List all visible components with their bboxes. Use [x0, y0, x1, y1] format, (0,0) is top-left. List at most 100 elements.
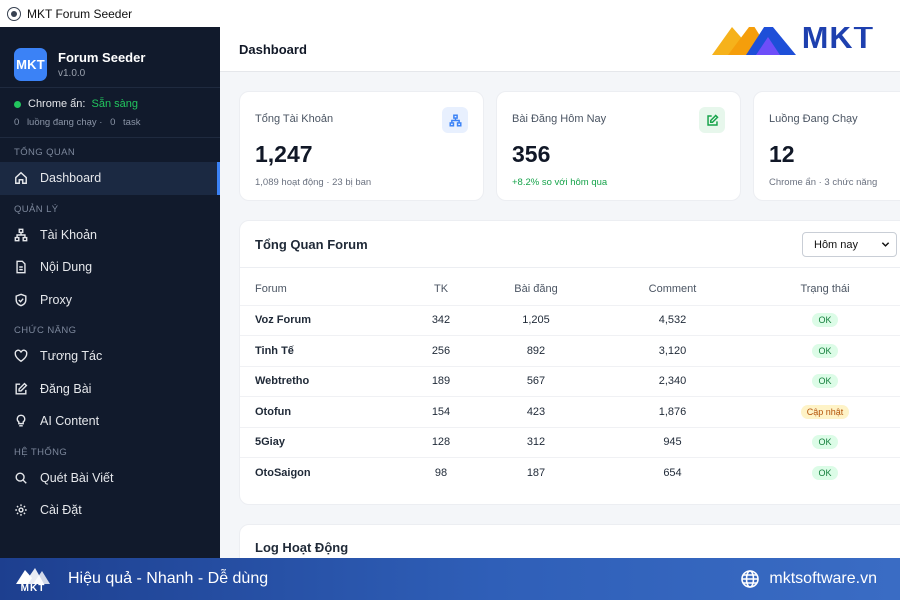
column-header: TK: [433, 283, 449, 295]
status-cell: OK: [750, 304, 900, 336]
sidebar-item-scan[interactable]: Quét Bài Viết: [0, 462, 220, 495]
sidebar-item-dashboard[interactable]: Dashboard: [0, 162, 220, 195]
page-header: Dashboard MKT: [220, 27, 900, 72]
sidebar-item-post[interactable]: Đăng Bài: [0, 373, 220, 406]
gear-icon: [15, 504, 27, 516]
window-title: MKT Forum Seeder: [27, 6, 133, 21]
stat-cards: Tổng Tài Khoản 1,247 1,089 hoạt động · 2…: [239, 91, 900, 201]
card-sub: Chrome ẩn · 3 chức năng: [769, 177, 878, 188]
edit-icon: [699, 107, 725, 133]
panel-title: Log Hoạt Động: [255, 540, 349, 555]
status-cell: OK: [750, 365, 900, 397]
column-header: Trạng thái: [800, 283, 850, 295]
accounts-cell: 98: [405, 457, 477, 488]
brand: MKT Forum Seeder v1.0.0: [0, 27, 220, 87]
status-cell: OK: [750, 335, 900, 366]
sidebar-item-label: Quét Bài Viết: [40, 470, 114, 485]
sidebar-item-label: Nội Dung: [40, 260, 93, 275]
card-label: Tổng Tài Khoản: [255, 113, 334, 125]
promo-banner: MKT Hiệu quả - Nhanh - Dễ dùng mktsoftwa…: [0, 558, 900, 600]
banner-slogan: Hiệu quả - Nhanh - Dễ dùng: [68, 570, 269, 587]
stat-card-accounts: Tổng Tài Khoản 1,247 1,089 hoạt động · 2…: [239, 91, 484, 201]
card-label: Bài Đăng Hôm Nay: [512, 113, 607, 125]
panel-title: Tổng Quan Forum: [255, 236, 368, 252]
card-sub: 1,089 hoạt động · 23 bị ban: [255, 177, 372, 188]
corner-logo-text: MKT: [801, 27, 874, 55]
comments-cell: 4,532: [595, 304, 750, 336]
document-icon: [16, 260, 26, 274]
sidebar-item-interact[interactable]: Tương Tác: [0, 340, 220, 373]
network-icon: [14, 228, 28, 242]
website-text: mktsoftware.vn: [769, 570, 877, 587]
posts-cell: 567: [477, 365, 595, 397]
page-title: Dashboard: [239, 41, 307, 57]
lightbulb-icon: [16, 414, 26, 427]
status-badge: Cập nhật: [800, 404, 850, 419]
sidebar-item-ai-content[interactable]: AI Content: [0, 405, 220, 438]
globe-icon: [741, 570, 760, 588]
sidebar-item-label: Cài Đặt: [40, 503, 82, 518]
mkt-mountain-logo-icon: [16, 567, 50, 584]
posts-cell: 187: [477, 457, 595, 488]
version-label: v1.0.0: [58, 67, 86, 79]
stat-card-threads: Luồng Đang Chạy 12 Chrome ẩn · 3 chức nă…: [753, 91, 900, 201]
forum-name-cell: Tinh Tế: [240, 335, 405, 366]
card-sub: +8.2% so với hôm qua: [512, 177, 608, 188]
sidebar-item-label: Tương Tác: [40, 349, 103, 364]
column-header: Bài đăng: [514, 283, 558, 295]
section-system: HỆ THỐNG: [14, 446, 68, 458]
sidebar-item-label: Dashboard: [40, 171, 102, 186]
sidebar-item-content[interactable]: Nội Dung: [0, 251, 220, 284]
forum-name-cell: Webtretho: [240, 365, 405, 397]
sidebar-item-settings[interactable]: Cài Đặt: [0, 494, 220, 527]
section-overview: TỔNG QUAN: [14, 147, 76, 158]
forum-table: Forum TK Bài đăng Comment Trạng thái Voz…: [240, 283, 900, 488]
sidebar-item-accounts[interactable]: Tài Khoản: [0, 219, 220, 252]
status-badge: OK: [812, 435, 838, 450]
search-icon: [15, 472, 27, 484]
mkt-mountain-logo-icon: [711, 27, 796, 55]
heart-icon: [14, 349, 28, 363]
status-badge: OK: [812, 374, 838, 389]
table-row: Tinh Tế 256 892 3,120 OK: [240, 335, 900, 366]
edit-icon: [15, 382, 28, 395]
table-row: OtoSaigon 98 187 654 OK: [240, 457, 900, 488]
banner-logo: MKT: [15, 565, 51, 594]
tasks-label: task: [123, 117, 141, 128]
forum-name-cell: Voz Forum: [240, 304, 405, 336]
chevron-down-icon: [881, 242, 890, 247]
app-icon: [7, 6, 21, 21]
network-icon: [442, 107, 468, 133]
table-row: Otofun 154 423 1,876 Cập nhật: [240, 396, 900, 427]
threads-label: luồng đang chạy ·: [26, 117, 103, 128]
time-filter-select[interactable]: Hôm nay: [802, 232, 897, 257]
sidebar-item-proxy[interactable]: Proxy: [0, 284, 220, 317]
card-value: 12: [769, 141, 795, 167]
home-icon: [15, 172, 27, 185]
brand-logo: MKT: [14, 47, 47, 81]
posts-cell: 892: [477, 335, 595, 366]
accounts-cell: 189: [405, 365, 477, 397]
status-dot-icon: [14, 100, 21, 108]
window-titlebar: MKT Forum Seeder: [0, 0, 900, 27]
status-cell: OK: [750, 457, 900, 488]
comments-cell: 2,340: [595, 365, 750, 397]
banner-logo-text: MKT: [20, 582, 46, 594]
forum-name-cell: 5Giay: [240, 426, 405, 458]
sidebar-item-label: Tài Khoản: [40, 227, 97, 242]
website-link[interactable]: mktsoftware.vn: [740, 569, 877, 589]
status-badge: OK: [812, 313, 838, 328]
stat-card-posts: Bài Đăng Hôm Nay 356 +8.2% so với hôm qu…: [496, 91, 741, 201]
sidebar-item-label: Đăng Bài: [40, 381, 92, 396]
activity-log-panel: Log Hoạt Động: [239, 524, 900, 558]
sidebar-item-label: Proxy: [40, 292, 72, 307]
posts-cell: 1,205: [477, 304, 595, 336]
table-row: Webtretho 189 567 2,340 OK: [240, 365, 900, 397]
card-value: 1,247: [255, 141, 313, 167]
accounts-cell: 342: [405, 304, 477, 336]
tasks-count: 0: [110, 117, 116, 128]
forum-name-cell: OtoSaigon: [240, 457, 405, 488]
status-badge: OK: [812, 343, 838, 358]
select-value: Hôm nay: [814, 238, 859, 251]
column-header: Comment: [648, 283, 697, 295]
